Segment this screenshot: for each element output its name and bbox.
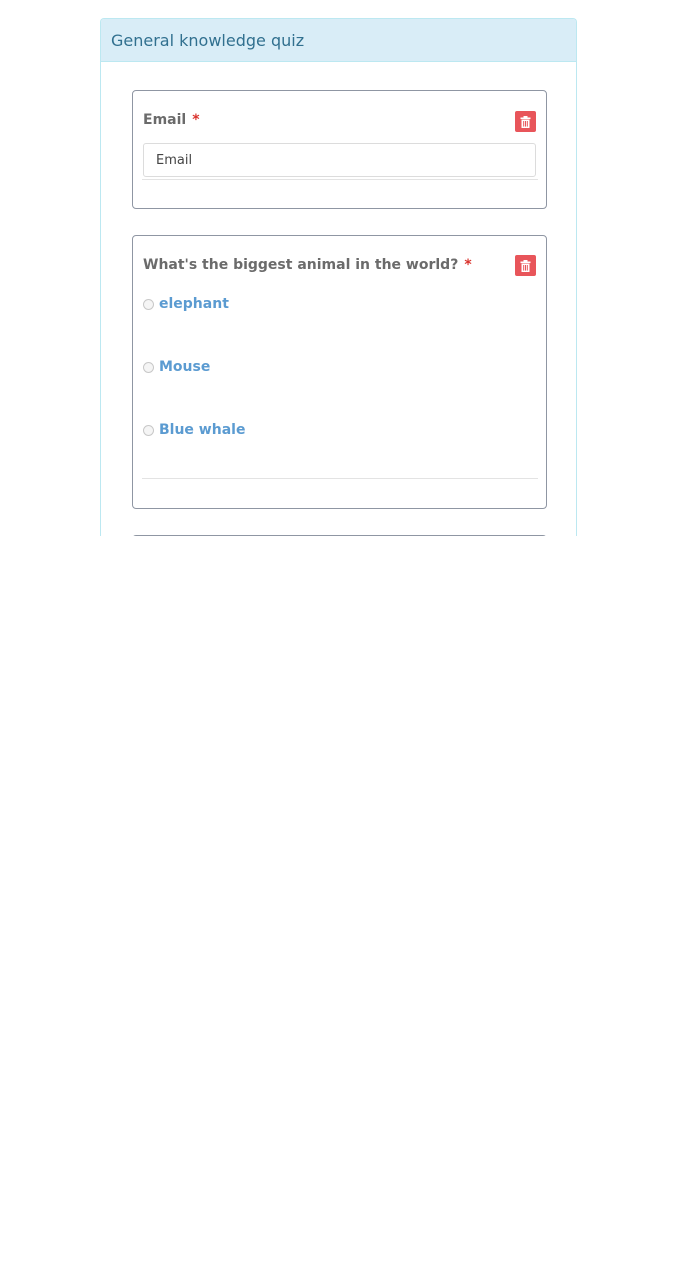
radio-button[interactable]	[143, 298, 154, 310]
option-label: Blue whale	[159, 422, 246, 438]
radio-button[interactable]	[143, 424, 154, 436]
answer-option-elephant[interactable]: elephant	[143, 296, 229, 312]
question-card-next	[132, 535, 547, 536]
question-label: What's the biggest animal in the world? *	[143, 257, 472, 273]
option-label: elephant	[159, 296, 229, 312]
required-marker: *	[192, 112, 200, 128]
required-marker: *	[464, 257, 472, 273]
question-label: Email *	[143, 112, 200, 128]
delete-question-button[interactable]	[515, 111, 536, 132]
quiz-panel: General knowledge quiz Email * What's the…	[100, 18, 577, 536]
trash-icon	[520, 115, 531, 128]
divider	[142, 179, 538, 180]
question-label-text: Email	[143, 112, 187, 128]
trash-icon	[520, 259, 531, 272]
radio-button[interactable]	[143, 361, 154, 373]
question-card-email: Email *	[132, 90, 547, 209]
question-label-text: What's the biggest animal in the world?	[143, 257, 459, 273]
question-card-biggest-animal: What's the biggest animal in the world? *…	[132, 235, 547, 509]
option-label: Mouse	[159, 359, 211, 375]
answer-option-mouse[interactable]: Mouse	[143, 359, 210, 375]
answer-option-blue-whale[interactable]: Blue whale	[143, 422, 245, 438]
quiz-title: General knowledge quiz	[101, 19, 576, 62]
email-field[interactable]	[143, 143, 536, 177]
divider	[142, 478, 538, 479]
delete-question-button[interactable]	[515, 255, 536, 276]
